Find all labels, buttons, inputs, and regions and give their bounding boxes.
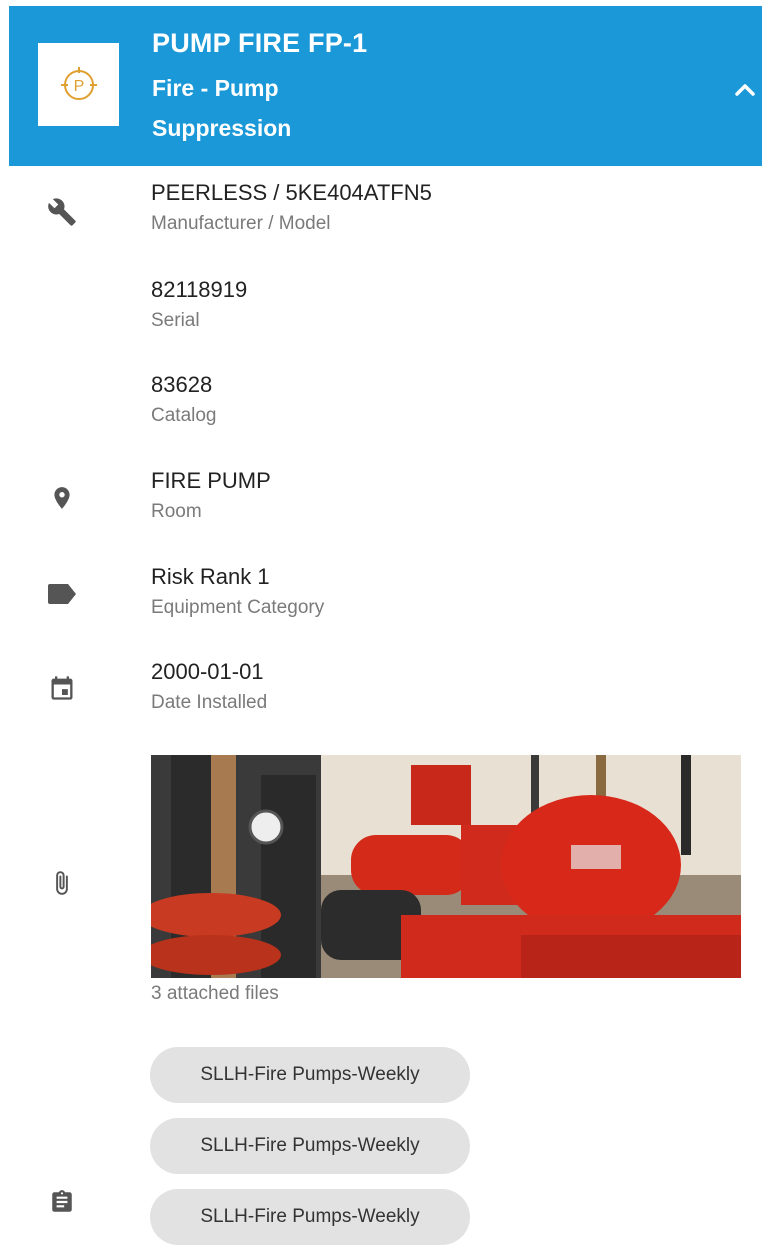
wrench-icon <box>38 192 86 232</box>
clipboard-icon <box>38 1182 86 1222</box>
paperclip-icon <box>38 863 86 903</box>
manufacturer-model-value: PEERLESS / 5KE404ATFN5 <box>151 180 432 205</box>
date-installed-value: 2000-01-01 <box>151 659 264 684</box>
catalog-label: Catalog <box>151 405 217 426</box>
pump-logo-icon: P <box>60 66 97 100</box>
fire-pump-photo <box>151 755 741 978</box>
equipment-category-label: Equipment Category <box>151 597 325 618</box>
room-label: Room <box>151 501 202 522</box>
task-chip[interactable]: SLLH-Fire Pumps-Weekly <box>150 1118 470 1174</box>
equipment-category: Suppression <box>152 115 292 141</box>
tag-icon <box>38 574 86 614</box>
equipment-category-value: Risk Rank 1 <box>151 564 270 589</box>
equipment-title: PUMP FIRE FP-1 <box>152 28 368 58</box>
task-chip[interactable]: SLLH-Fire Pumps-Weekly <box>150 1047 470 1103</box>
equipment-subtitle: Fire - Pump <box>152 75 279 101</box>
task-chip[interactable]: SLLH-Fire Pumps-Weekly <box>150 1189 470 1245</box>
manufacturer-model-field: PEERLESS / 5KE404ATFN5 Manufacturer / Mo… <box>151 180 432 236</box>
catalog-value: 83628 <box>151 372 213 397</box>
room-value: FIRE PUMP <box>151 468 271 493</box>
chevron-up-icon <box>735 84 755 96</box>
serial-value: 82118919 <box>151 277 248 302</box>
attached-files-count: 3 attached files <box>151 983 279 1004</box>
equipment-header[interactable]: P PUMP FIRE FP-1 Fire - Pump Suppression <box>9 6 762 166</box>
location-pin-icon <box>38 478 86 518</box>
calendar-icon <box>38 668 86 708</box>
serial-label: Serial <box>151 310 200 331</box>
collapse-button[interactable] <box>731 76 759 104</box>
date-installed-field: 2000-01-01 Date Installed <box>151 659 267 715</box>
manufacturer-model-label: Manufacturer / Model <box>151 213 331 234</box>
attachment-thumbnail[interactable] <box>151 755 741 978</box>
svg-text:P: P <box>73 78 84 95</box>
equipment-category-field: Risk Rank 1 Equipment Category <box>151 564 324 620</box>
room-field: FIRE PUMP Room <box>151 468 271 524</box>
serial-field: 82118919 Serial <box>151 277 247 333</box>
date-installed-label: Date Installed <box>151 692 268 713</box>
equipment-logo: P <box>38 43 119 126</box>
catalog-field: 83628 Catalog <box>151 372 217 428</box>
